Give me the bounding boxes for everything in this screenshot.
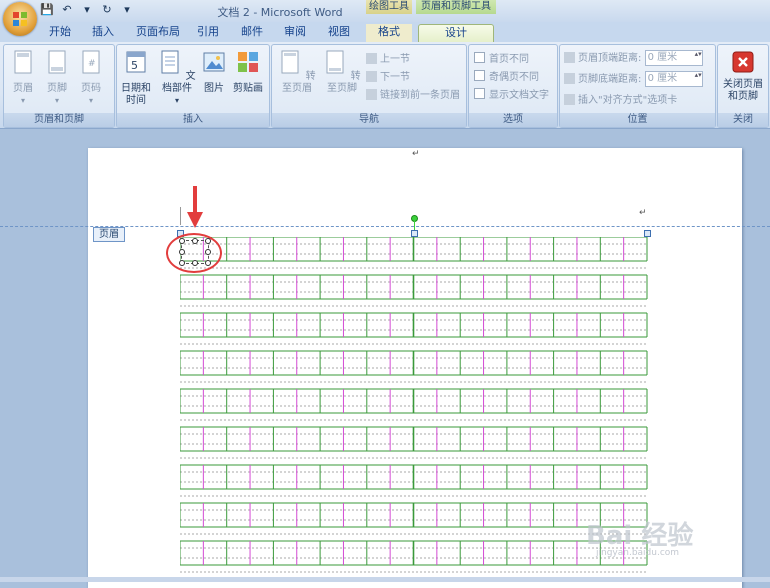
header-icon: [14, 50, 32, 74]
header-position-icon: [564, 52, 575, 63]
show-document-text-checkbox[interactable]: 显示文档文字: [474, 86, 549, 101]
clipart-icon: [238, 52, 258, 72]
previous-section-icon: [366, 53, 377, 64]
header-button[interactable]: 页眉 ▾: [10, 49, 36, 107]
goto-header-button[interactable]: 转至页眉: [275, 49, 319, 95]
close-header-footer-button[interactable]: 关闭页眉 和页脚: [720, 51, 766, 103]
footer-icon: [48, 50, 66, 74]
svg-text:#: #: [88, 59, 96, 69]
ribbon: 页眉 ▾ 页脚 ▾ # 页码 ▾ 页眉和页脚 5 日期和 时间 文档部件 ▾ 图片 剪贴…: [0, 42, 770, 129]
chevron-down-icon: ▾: [88, 96, 93, 105]
svg-text:5: 5: [131, 59, 138, 72]
next-section-icon: [366, 71, 377, 82]
rotate-handle-stem: [414, 220, 415, 230]
header-margin-marker: [180, 207, 181, 225]
red-arrow-icon: [187, 186, 203, 228]
office-button[interactable]: [3, 2, 37, 36]
baidu-watermark: Bai 经验 jingyan.baidu.com: [586, 521, 694, 558]
next-section-button[interactable]: 下一节: [366, 68, 410, 83]
page-number-button[interactable]: # 页码 ▾: [78, 49, 104, 107]
ribbon-tabs: 开始 插入 页面布局 引用 邮件 审阅 视图 格式 设计: [0, 22, 770, 43]
goto-footer-icon: [326, 50, 344, 74]
tab-view[interactable]: 视图: [324, 24, 354, 42]
group-label: 位置: [560, 113, 715, 127]
resize-handle[interactable]: [411, 230, 418, 237]
footer-bottom-input[interactable]: 0 厘米: [644, 71, 703, 87]
tab-home[interactable]: 开始: [43, 24, 77, 42]
close-group: 关闭页眉 和页脚 关闭: [717, 44, 769, 128]
insert-group: 5 日期和 时间 文档部件 ▾ 图片 剪贴画 插入: [116, 44, 270, 128]
docparts-button[interactable]: 文档部件 ▾: [155, 49, 199, 107]
tab-format[interactable]: 格式: [366, 24, 412, 42]
chevron-down-icon: ▾: [174, 96, 179, 105]
group-label: 页眉和页脚: [4, 113, 114, 127]
close-red-x-icon: [732, 51, 754, 73]
page-number-icon: #: [82, 50, 100, 74]
tab-mailings[interactable]: 邮件: [237, 24, 267, 42]
footer-button[interactable]: 页脚 ▾: [44, 49, 70, 107]
navigation-group: 转至页眉 转至页脚 上一节 下一节 链接到前一条页眉 导航: [271, 44, 467, 128]
tab-review[interactable]: 审阅: [280, 24, 310, 42]
header-footer-group: 页眉 ▾ 页脚 ▾ # 页码 ▾ 页眉和页脚: [3, 44, 115, 128]
different-first-page-checkbox[interactable]: 首页不同: [474, 50, 529, 65]
small-selected-box[interactable]: [179, 238, 211, 266]
document-parts-icon: [161, 50, 179, 74]
group-label: 选项: [469, 113, 557, 127]
clipart-button[interactable]: 剪贴画: [231, 49, 265, 95]
group-label: 导航: [272, 113, 466, 127]
link-to-previous-button[interactable]: 链接到前一条页眉: [366, 86, 460, 101]
footer-position-icon: [564, 73, 575, 84]
footer-bottom-distance: 页脚底端距离: 0 厘米: [564, 70, 703, 87]
position-group: 页眉顶端距离: 0 厘米 页脚底端距离: 0 厘米 插入"对齐方式"选项卡 位置: [559, 44, 716, 128]
group-label: 关闭: [718, 113, 768, 127]
link-icon: [366, 89, 377, 100]
insert-alignment-tab-button[interactable]: 插入"对齐方式"选项卡: [564, 91, 677, 106]
tab-insert[interactable]: 插入: [86, 24, 120, 42]
paragraph-mark-icon: ↵: [412, 149, 420, 159]
group-label: 插入: [117, 113, 269, 127]
header-footer-tools-context: 页眉和页脚工具: [416, 0, 496, 14]
drawing-tools-context: 绘图工具: [366, 0, 412, 14]
resize-handle[interactable]: [644, 230, 651, 237]
alignment-tab-icon: [564, 94, 575, 105]
picture-icon: [203, 52, 225, 72]
header-top-distance: 页眉顶端距离: 0 厘米: [564, 49, 703, 66]
picture-button[interactable]: 图片: [201, 49, 227, 95]
datetime-button[interactable]: 5 日期和 时间: [119, 49, 153, 107]
paragraph-mark-icon: ↵: [639, 208, 647, 218]
chevron-down-icon: ▾: [54, 96, 59, 105]
different-odd-even-checkbox[interactable]: 奇偶页不同: [474, 68, 539, 83]
tab-references[interactable]: 引用: [193, 24, 223, 42]
header-label-tag: 页眉: [93, 227, 125, 242]
prev-section-button[interactable]: 上一节: [366, 50, 410, 65]
header-top-input[interactable]: 0 厘米: [644, 50, 703, 66]
calendar-icon: 5: [126, 51, 146, 73]
office-logo-icon: [13, 12, 27, 26]
options-group: 首页不同 奇偶页不同 显示文档文字 选项: [468, 44, 558, 128]
tab-page-layout[interactable]: 页面布局: [130, 24, 186, 42]
chevron-down-icon: ▾: [20, 96, 25, 105]
title-bar: 💾 ↶ ▾ ↻ ▾ 文档 2 - Microsoft Word 绘图工具 页眉和…: [0, 0, 770, 36]
goto-header-icon: [281, 50, 299, 74]
goto-footer-button[interactable]: 转至页脚: [320, 49, 364, 95]
status-bar-edge: [0, 577, 770, 582]
tab-design[interactable]: 设计: [418, 24, 494, 43]
